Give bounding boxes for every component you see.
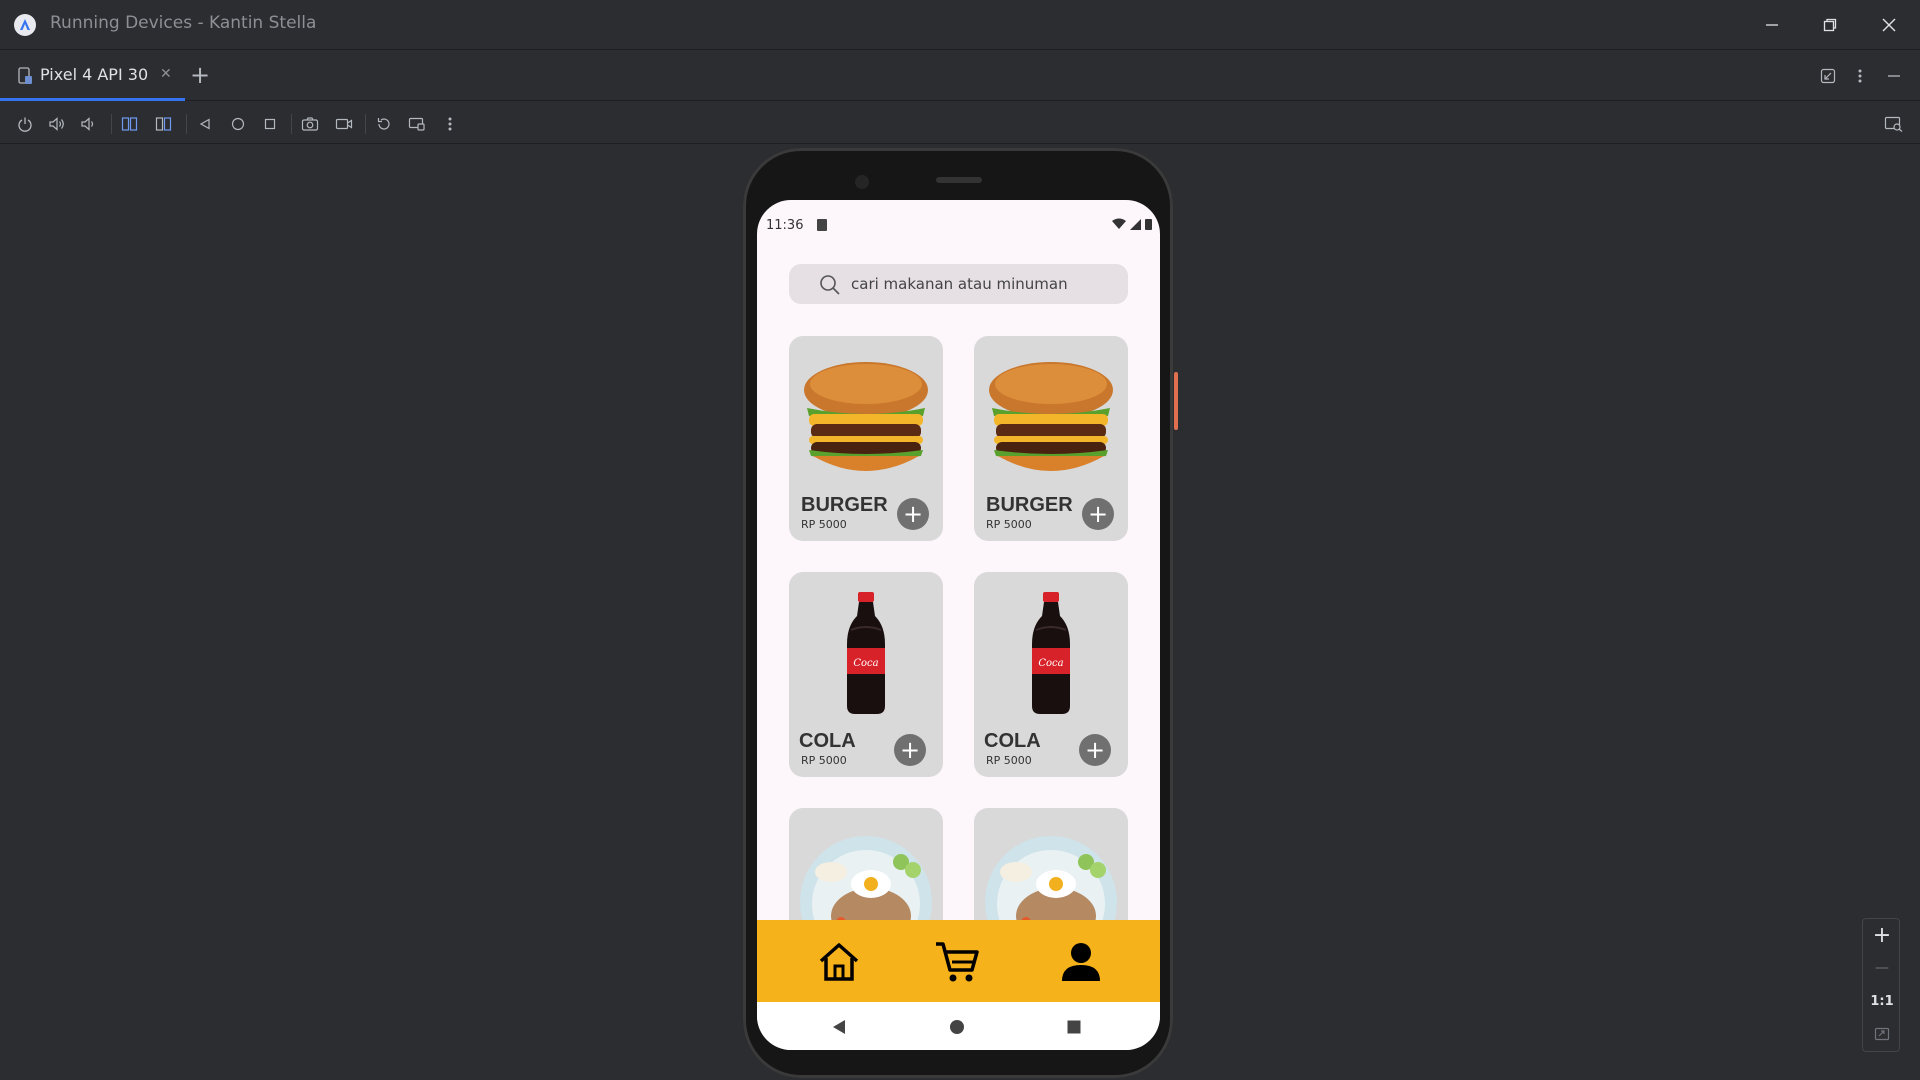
burger-image: [989, 362, 1113, 471]
search-icon: [819, 274, 841, 300]
add-to-cart-button[interactable]: +: [1082, 498, 1114, 530]
tab-close-icon[interactable]: ✕: [160, 66, 172, 82]
cola-bottle-image: Coca: [847, 592, 885, 714]
add-tab-icon[interactable]: +: [190, 61, 210, 89]
product-card[interactable]: Coca COLA RP 5000 +: [789, 572, 943, 777]
minimize-panel-icon[interactable]: [1881, 63, 1907, 89]
system-recents-icon[interactable]: [1063, 1016, 1085, 1038]
svg-text:Coca: Coca: [1038, 658, 1063, 669]
minimize-icon[interactable]: [1752, 8, 1792, 42]
snapshot-icon[interactable]: [372, 112, 396, 136]
search-input[interactable]: [851, 264, 1121, 304]
rotate-right-icon[interactable]: [152, 112, 176, 136]
restore-icon[interactable]: [1810, 8, 1850, 42]
more-vertical-icon[interactable]: [1847, 63, 1873, 89]
zoom-in-button[interactable]: +: [1863, 919, 1901, 951]
status-bar: 11:36: [757, 216, 1160, 236]
system-navigation-bar: [757, 1002, 1160, 1050]
volume-down-icon[interactable]: [76, 112, 100, 136]
status-time: 11:36: [766, 218, 804, 233]
earpiece-speaker: [936, 177, 982, 183]
product-price: RP 5000: [986, 754, 1032, 767]
tab-label: Pixel 4 API 30: [40, 65, 149, 84]
cola-bottle-image: Coca: [1032, 592, 1070, 714]
product-name: BURGER: [986, 494, 1073, 516]
home-icon[interactable]: [226, 112, 250, 136]
fit-screen-icon[interactable]: [1863, 1018, 1901, 1050]
bottom-navigation: [757, 920, 1160, 1002]
zoom-actual-size-button[interactable]: 1:1: [1863, 985, 1901, 1017]
nav-profile-icon[interactable]: [1057, 938, 1105, 986]
add-to-cart-button[interactable]: +: [1079, 734, 1111, 766]
battery-icon: [1145, 219, 1152, 230]
more-vertical-icon[interactable]: [438, 112, 462, 136]
back-icon[interactable]: [193, 112, 217, 136]
front-camera: [855, 175, 869, 189]
device-mirror-icon[interactable]: [405, 112, 429, 136]
device-toolbar: [0, 102, 1920, 144]
add-to-cart-button[interactable]: +: [897, 498, 929, 530]
screenshot-icon[interactable]: [298, 112, 322, 136]
sd-card-icon: [817, 219, 827, 231]
close-icon[interactable]: [1869, 8, 1909, 42]
android-studio-logo-icon: [14, 14, 36, 36]
product-card[interactable]: Coca COLA RP 5000 +: [974, 572, 1128, 777]
product-name: COLA: [984, 730, 1041, 752]
wifi-icon: [1112, 218, 1126, 229]
product-price: RP 5000: [986, 518, 1032, 531]
title-bar: Running Devices - Kantin Stella: [0, 0, 1920, 50]
burger-image: [804, 362, 928, 471]
zoom-out-button[interactable]: —: [1863, 952, 1901, 984]
active-tab-indicator: [0, 98, 185, 101]
tab-bar: Pixel 4 API 30 ✕ +: [0, 51, 1920, 101]
product-price: RP 5000: [801, 754, 847, 767]
overview-icon[interactable]: [258, 112, 282, 136]
zoom-controls: + — 1:1: [1862, 918, 1900, 1052]
product-price: RP 5000: [801, 518, 847, 531]
power-icon[interactable]: [13, 112, 37, 136]
device-phone-icon: [17, 67, 33, 89]
rotate-left-icon[interactable]: [118, 112, 142, 136]
collapse-icon[interactable]: [1815, 63, 1841, 89]
layout-inspector-icon[interactable]: [1882, 112, 1906, 136]
product-card[interactable]: BURGER RP 5000 +: [789, 336, 943, 541]
svg-text:Coca: Coca: [853, 658, 878, 669]
window-title: Running Devices - Kantin Stella: [50, 13, 317, 33]
nav-home-icon[interactable]: [815, 938, 863, 986]
tab-pixel-4-api-30[interactable]: Pixel 4 API 30 ✕: [0, 51, 185, 101]
add-to-cart-button[interactable]: +: [894, 734, 926, 766]
volume-up-icon[interactable]: [45, 112, 69, 136]
system-back-icon[interactable]: [828, 1016, 850, 1038]
screen-record-icon[interactable]: [332, 112, 356, 136]
search-bar[interactable]: [789, 264, 1128, 304]
product-name: BURGER: [801, 494, 888, 516]
device-side-button: [1174, 372, 1178, 430]
device-screen[interactable]: 11:36 BURGER: [757, 200, 1160, 1050]
product-name: COLA: [799, 730, 856, 752]
system-home-icon[interactable]: [946, 1016, 968, 1038]
product-card[interactable]: BURGER RP 5000 +: [974, 336, 1128, 541]
signal-icon: [1130, 218, 1141, 230]
nav-cart-icon[interactable]: [933, 938, 981, 986]
